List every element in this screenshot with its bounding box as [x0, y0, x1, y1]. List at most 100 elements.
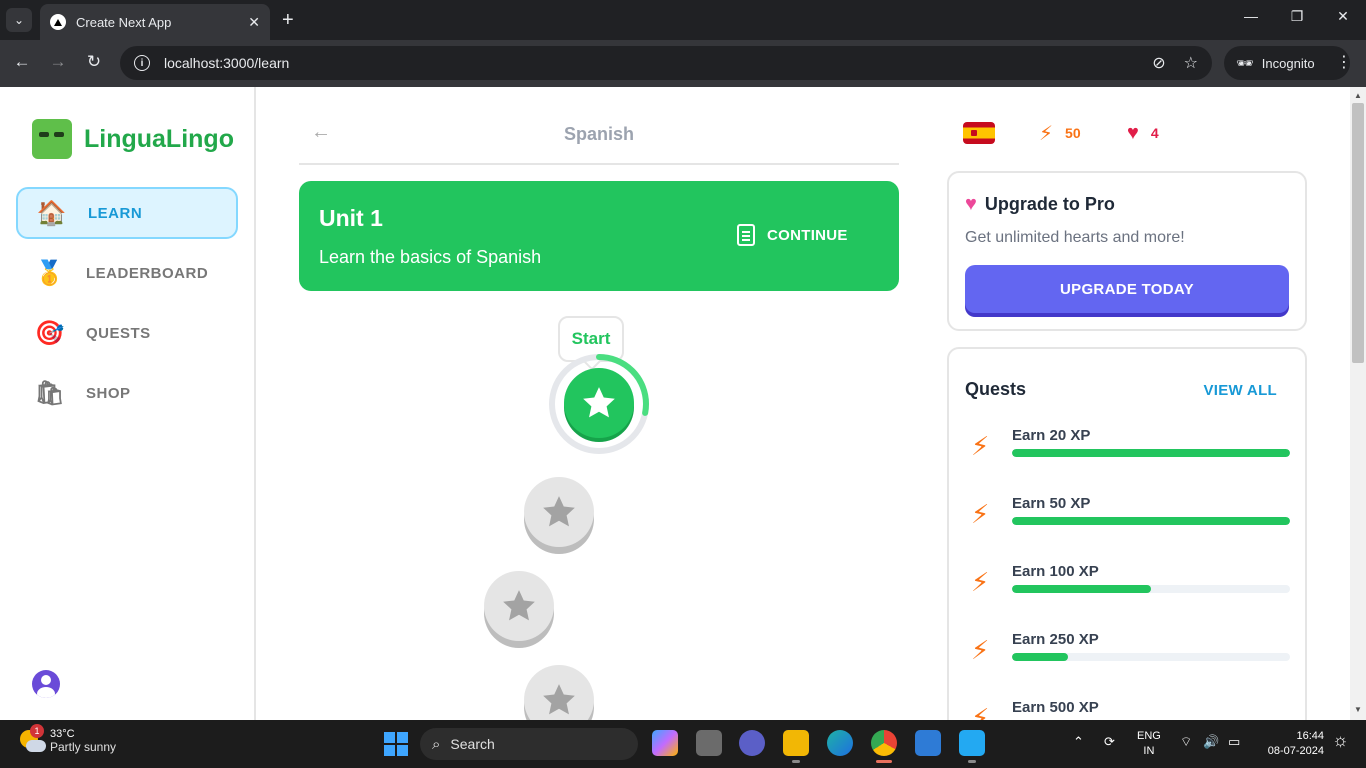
lesson-button-locked[interactable]	[484, 571, 554, 641]
user-avatar[interactable]	[32, 670, 60, 698]
restore-button[interactable]: ❐	[1274, 8, 1320, 25]
quest-label: Earn 250 XP	[1012, 631, 1099, 648]
sync-icon[interactable]: ⟳	[1104, 734, 1115, 750]
weather-temp: 33°C	[50, 728, 75, 740]
spain-flag-icon[interactable]	[963, 122, 995, 144]
quest-item: ⚡ Earn 20 XP	[965, 427, 1291, 471]
weather-widget[interactable]: 1 33°C Partly sunny	[18, 724, 117, 754]
browser-menu-icon[interactable]: ⋮	[1336, 52, 1352, 72]
lang-top: ENG	[1137, 730, 1161, 742]
nextjs-favicon-icon	[50, 14, 66, 30]
target-icon: 🎯	[34, 319, 66, 347]
quest-progress-fill	[1012, 585, 1151, 593]
file-explorer-icon[interactable]	[783, 730, 809, 756]
sidebar-item-learn[interactable]: 🏠 LEARN	[16, 187, 238, 239]
lesson-button-locked[interactable]	[524, 477, 594, 547]
battery-icon[interactable]: ▭	[1228, 734, 1240, 750]
address-bar[interactable]: i localhost:3000/learn ⊘ ☆	[120, 46, 1212, 80]
copilot-icon[interactable]	[652, 730, 678, 756]
weather-badge: 1	[30, 724, 44, 738]
incognito-label: Incognito	[1261, 55, 1315, 71]
minimize-button[interactable]: —	[1228, 8, 1274, 24]
windows-taskbar: 1 33°C Partly sunny ⌕ Search ⌃ ⟳ ENG IN …	[0, 720, 1366, 768]
site-info-icon[interactable]: i	[134, 55, 150, 71]
quests-card: Quests VIEW ALL ⚡ Earn 20 XP ⚡ Earn 50 X…	[947, 347, 1307, 720]
upgrade-button[interactable]: UPGRADE TODAY	[965, 265, 1289, 313]
course-header: ← Spanish	[299, 111, 899, 165]
reload-button[interactable]: ↻	[82, 52, 106, 72]
incognito-indicator[interactable]: 🕶 Incognito	[1224, 46, 1350, 80]
sidebar-item-label: QUESTS	[86, 324, 151, 342]
continue-button[interactable]: CONTINUE	[737, 221, 848, 249]
forward-button[interactable]: →	[46, 52, 70, 72]
mascot-logo-icon	[32, 119, 72, 159]
browser-tab[interactable]: Create Next App ✕	[40, 4, 270, 40]
page-scrollbar[interactable]: ▲ ▼	[1350, 87, 1366, 720]
browser-tab-bar: ⌄ Create Next App ✕ + — ❐ ✕	[0, 0, 1366, 40]
sidebar: LinguaLingo 🏠 LEARN 🥇 LEADERBOARD 🎯 QUES…	[0, 87, 256, 720]
clock-time: 16:44	[1296, 730, 1324, 742]
lightning-icon: ⚡	[971, 703, 990, 720]
quest-label: Earn 20 XP	[1012, 427, 1091, 444]
xp-stat[interactable]: ⚡ 50	[1039, 121, 1099, 146]
close-window-button[interactable]: ✕	[1320, 8, 1366, 25]
quest-item: ⚡ Earn 100 XP	[965, 563, 1291, 607]
scroll-thumb[interactable]	[1352, 103, 1364, 363]
clock-date: 08-07-2024	[1267, 745, 1324, 757]
user-stats: ⚡ 50 ♥ 4	[963, 121, 1159, 145]
quest-progress-track	[1012, 585, 1290, 593]
sidebar-item-shop[interactable]: 🛍 SHOP	[16, 367, 238, 419]
taskbar-search-label: Search	[450, 736, 495, 752]
view-all-link[interactable]: VIEW ALL	[1203, 382, 1277, 399]
chrome-browser-icon[interactable]	[871, 730, 897, 756]
microsoft-store-icon[interactable]	[915, 730, 941, 756]
sidebar-item-leaderboard[interactable]: 🥇 LEADERBOARD	[16, 247, 238, 299]
shopping-bag-icon: 🛍	[34, 379, 66, 407]
pro-title: ♥ Upgrade to Pro	[965, 193, 1115, 216]
notification-icon[interactable]: ☼	[1332, 730, 1349, 751]
xp-value: 50	[1065, 125, 1081, 141]
pro-title-text: Upgrade to Pro	[984, 194, 1115, 214]
lightning-icon: ⚡	[971, 635, 990, 665]
new-tab-button[interactable]: +	[282, 8, 294, 32]
back-button[interactable]: ←	[10, 52, 34, 72]
language-indicator[interactable]: ENG IN	[1137, 729, 1161, 759]
search-icon: ⌕	[432, 735, 441, 753]
teams-chat-icon[interactable]	[739, 730, 765, 756]
scroll-up-icon[interactable]: ▲	[1354, 91, 1362, 100]
quest-progress-track	[1012, 653, 1290, 661]
taskbar-search[interactable]: ⌕ Search	[420, 728, 638, 760]
tab-search-button[interactable]: ⌄	[6, 8, 32, 32]
system-clock[interactable]: 16:44 08-07-2024	[1258, 729, 1324, 759]
notebook-icon	[737, 224, 755, 246]
lightning-icon: ⚡	[971, 567, 990, 597]
volume-icon[interactable]: 🔊	[1203, 734, 1219, 750]
vscode-icon[interactable]	[959, 730, 985, 756]
task-view-icon[interactable]	[696, 730, 722, 756]
quest-item: ⚡ Earn 250 XP	[965, 631, 1291, 675]
lightning-icon: ⚡	[971, 499, 990, 529]
wifi-icon[interactable]: ⌔	[1180, 734, 1192, 750]
bookmark-star-icon[interactable]: ☆	[1184, 53, 1198, 73]
windows-start-icon[interactable]	[384, 732, 408, 756]
sidebar-item-quests[interactable]: 🎯 QUESTS	[16, 307, 238, 359]
sidebar-item-label: LEADERBOARD	[86, 264, 209, 282]
chevron-up-icon[interactable]: ⌃	[1073, 734, 1084, 750]
lesson-button-locked[interactable]	[524, 665, 594, 720]
heart-icon: ♥	[1127, 121, 1139, 144]
brand-name: LinguaLingo	[84, 124, 234, 153]
weather-desc: Partly sunny	[50, 740, 117, 754]
course-title: Spanish	[563, 124, 634, 144]
sidebar-item-label: SHOP	[86, 384, 131, 402]
hearts-stat[interactable]: ♥ 4	[1127, 122, 1187, 145]
brand-logo[interactable]: LinguaLingo	[32, 119, 234, 159]
medal-icon: 🥇	[34, 259, 66, 287]
edge-browser-icon[interactable]	[827, 730, 853, 756]
lesson-button-active[interactable]	[564, 368, 634, 438]
quest-progress-fill	[1012, 517, 1290, 525]
scroll-down-icon[interactable]: ▼	[1354, 705, 1362, 714]
partly-sunny-icon: 1	[18, 724, 46, 754]
tab-close-icon[interactable]: ✕	[248, 14, 260, 31]
eye-off-icon[interactable]: ⊘	[1152, 53, 1165, 73]
url-text[interactable]: localhost:3000/learn	[164, 55, 1134, 71]
